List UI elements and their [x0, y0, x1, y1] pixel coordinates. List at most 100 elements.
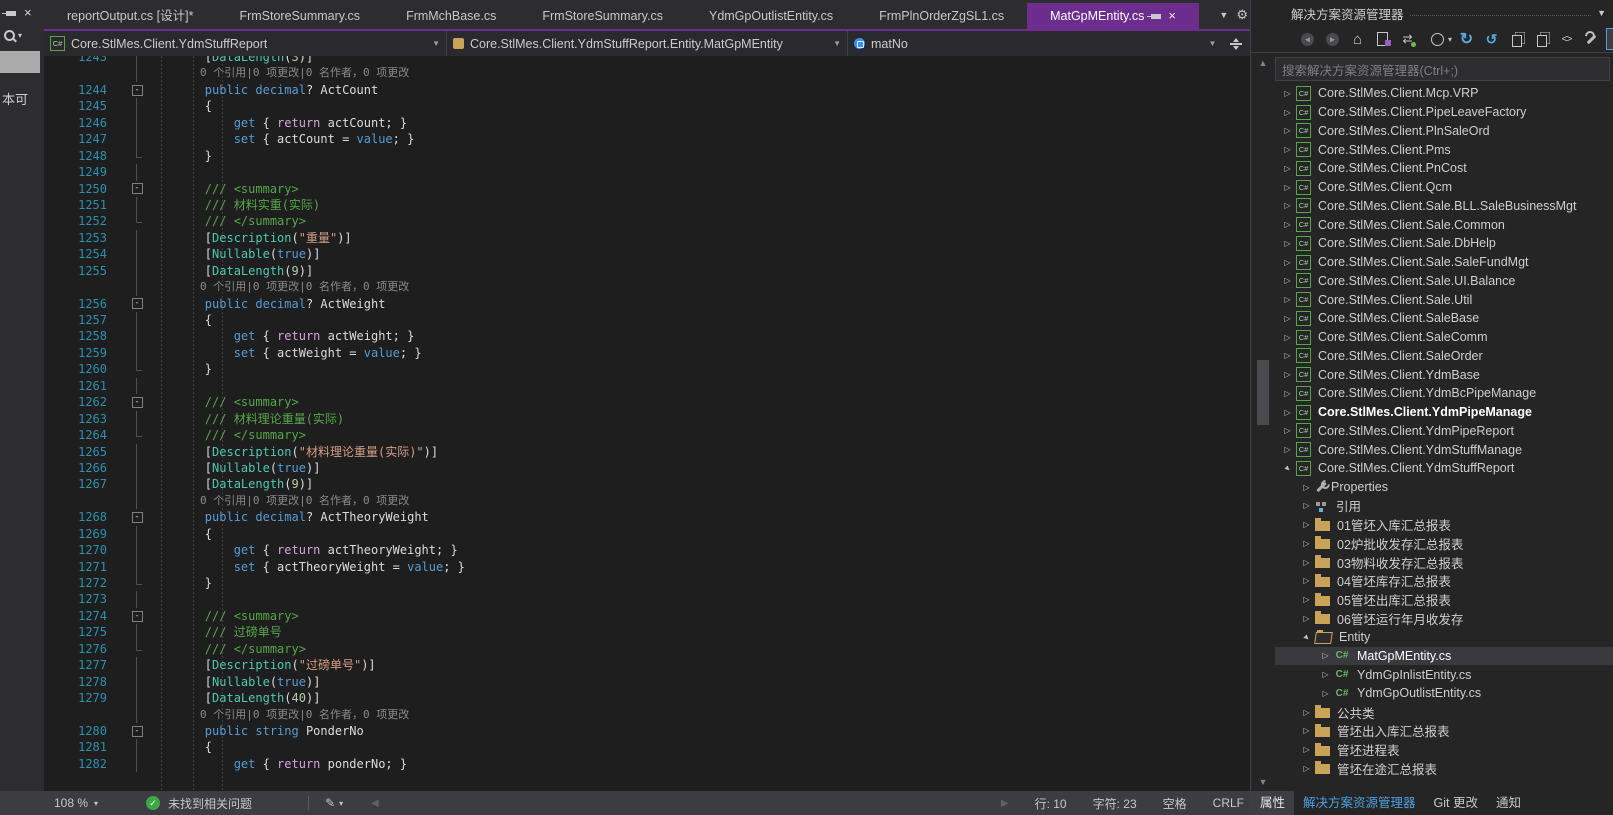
code-line[interactable]: 1244 public decimal? ActCount [44, 82, 1250, 98]
sync-active-document-icon[interactable] [1397, 29, 1418, 49]
editor-tab[interactable]: YdmGpOutlistEntity.cs [686, 3, 856, 29]
expander-icon[interactable]: ▷ [1279, 295, 1296, 304]
close-icon[interactable]: × [1168, 3, 1176, 29]
code-line[interactable]: 1260 } [44, 361, 1250, 377]
show-all-files-icon[interactable] [1506, 29, 1527, 49]
code-line[interactable]: 1267 [DataLength(9)] [44, 476, 1250, 492]
split-editor-icon[interactable] [1222, 31, 1250, 56]
code-line[interactable]: 1249 [44, 164, 1250, 180]
panel-menu-chevron-icon[interactable]: ▼ [1597, 8, 1606, 18]
expander-icon[interactable]: ▷ [1298, 708, 1315, 717]
tree-item[interactable]: ▷C#Core.StlMes.Client.Sale.UI.Balance [1275, 272, 1613, 291]
scrollbar-thumb[interactable] [1257, 360, 1269, 425]
tree-item[interactable]: ▷引用 [1275, 497, 1613, 516]
expander-icon[interactable]: ▷ [1279, 276, 1296, 285]
tree-item[interactable]: ▷C#Core.StlMes.Client.SaleOrder [1275, 347, 1613, 366]
expander-icon[interactable]: ▷ [1279, 126, 1296, 135]
tree-item[interactable]: ▷C#Core.StlMes.Client.Sale.BLL.SaleBusin… [1275, 197, 1613, 216]
zoom-dropdown[interactable]: 108 % ▾ [54, 796, 98, 810]
fold-collapse-icon[interactable] [127, 608, 147, 624]
code-line[interactable]: 1247 set { actCount = value; } [44, 131, 1250, 147]
expander-icon[interactable]: ▷ [1298, 483, 1315, 492]
expander-icon[interactable]: ▷ [1279, 183, 1296, 192]
codelens-line[interactable]: 0 个引用|0 项更改|0 名作者，0 项更改 [44, 279, 1250, 295]
forward-icon[interactable] [1322, 29, 1343, 49]
tree-item[interactable]: ▷C#Core.StlMes.Client.SaleComm [1275, 328, 1613, 347]
expander-icon[interactable]: ▼ [1297, 628, 1315, 646]
scrollbar-down-icon[interactable]: ▼ [1254, 777, 1272, 787]
code-line[interactable]: 1268 public decimal? ActTheoryWeight [44, 509, 1250, 525]
expander-icon[interactable]: ▷ [1279, 351, 1296, 360]
expander-icon[interactable]: ▷ [1298, 726, 1315, 735]
tool-window-tab[interactable]: 属性 [1251, 791, 1294, 815]
tree-item[interactable]: ▷管坯出入库汇总报表 [1275, 722, 1613, 741]
tree-item[interactable]: ▷C#Core.StlMes.Client.PlnSaleOrd [1275, 122, 1613, 141]
code-line[interactable]: 1252 /// </summary> [44, 213, 1250, 229]
tree-item[interactable]: ▷04管坯库存汇总报表 [1275, 572, 1613, 591]
expander-icon[interactable]: ▷ [1298, 764, 1315, 773]
pager-left-icon[interactable]: ◀ [371, 798, 379, 809]
editor-tab[interactable]: FrmMchBase.cs [383, 3, 519, 29]
tree-item[interactable]: ▼C#Core.StlMes.Client.YdmStuffReport [1275, 459, 1613, 478]
expander-icon[interactable]: ▷ [1317, 651, 1334, 660]
pin-icon[interactable] [1151, 14, 1161, 19]
tab-options-gear-icon[interactable]: ⚙ [1236, 7, 1248, 23]
code-line[interactable]: 1261 [44, 378, 1250, 394]
copy-path-icon[interactable] [1531, 29, 1552, 49]
tool-window-tab[interactable]: Git 更改 [1425, 791, 1487, 815]
expander-icon[interactable]: ▷ [1298, 576, 1315, 585]
tree-item[interactable]: ▷C#Core.StlMes.Client.PnCost [1275, 159, 1613, 178]
switch-views-icon[interactable] [1372, 29, 1393, 49]
code-line[interactable]: 1269 { [44, 526, 1250, 542]
tool-window-tab[interactable]: 通知 [1487, 791, 1530, 815]
editor-tab[interactable]: FrmStoreSummary.cs [519, 3, 686, 29]
caret-line[interactable]: 行: 10 [1035, 795, 1067, 812]
code-line[interactable]: 1263 /// 材料理论重量(实际) [44, 411, 1250, 427]
tree-item[interactable]: ▷Properties [1275, 478, 1613, 497]
code-line[interactable]: 1246 get { return actCount; } [44, 115, 1250, 131]
code-line[interactable]: 1255 [DataLength(9)] [44, 263, 1250, 279]
code-line[interactable]: 1273 [44, 591, 1250, 607]
view-code-icon[interactable] [1556, 29, 1577, 49]
chevron-down-icon[interactable]: ▾ [18, 31, 22, 40]
tree-item[interactable]: ▷C#Core.StlMes.Client.YdmStuffManage [1275, 440, 1613, 459]
expander-icon[interactable]: ▼ [1278, 459, 1296, 477]
code-line[interactable]: 1277 [Description("过磅单号")] [44, 657, 1250, 673]
editor-tab[interactable]: FrmPlnOrderZgSL1.cs [856, 3, 1027, 29]
fold-collapse-icon[interactable] [127, 394, 147, 410]
fold-collapse-icon[interactable] [127, 723, 147, 739]
code-line[interactable]: 1245 { [44, 98, 1250, 114]
code-line[interactable]: 1276 /// </summary> [44, 641, 1250, 657]
chevron-down-icon[interactable]: ▾ [339, 799, 343, 808]
home-icon[interactable] [1347, 29, 1368, 49]
tree-item[interactable]: ▷C#Core.StlMes.Client.Sale.DbHelp [1275, 234, 1613, 253]
tree-item[interactable]: ▷管坯在途汇总报表 [1275, 759, 1613, 778]
tree-item[interactable]: ▷C#Core.StlMes.Client.Mcp.VRP [1275, 84, 1613, 103]
code-line[interactable]: 1275 /// 过磅单号 [44, 624, 1250, 640]
code-line[interactable]: 1257 { [44, 312, 1250, 328]
fold-collapse-icon[interactable] [127, 509, 147, 525]
code-line[interactable]: 1251 /// 材料实重(实际) [44, 197, 1250, 213]
expander-icon[interactable]: ▷ [1279, 333, 1296, 342]
tree-item[interactable]: ▷01管坯入库汇总报表 [1275, 515, 1613, 534]
pending-changes-filter-icon[interactable] [1422, 29, 1452, 49]
code-line[interactable]: 1256 public decimal? ActWeight [44, 296, 1250, 312]
pin-icon[interactable] [6, 11, 16, 16]
code-line[interactable]: 1259 set { actWeight = value; } [44, 345, 1250, 361]
code-line[interactable]: 1265 [Description("材料理论重量(实际)")] [44, 444, 1250, 460]
expander-icon[interactable]: ▷ [1317, 689, 1334, 698]
expander-icon[interactable]: ▷ [1279, 389, 1296, 398]
tab-list-chevron-icon[interactable]: ▼ [1219, 10, 1228, 20]
solution-explorer-header[interactable]: 解决方案资源管理器 ▼ [1251, 0, 1613, 26]
tree-item[interactable]: ▷C#Core.StlMes.Client.Sale.SaleFundMgt [1275, 253, 1613, 272]
expander-icon[interactable]: ▷ [1298, 595, 1315, 604]
code-line[interactable]: 1278 [Nullable(true)] [44, 674, 1250, 690]
collapse-all-icon[interactable] [1606, 28, 1613, 50]
expander-icon[interactable]: ▷ [1279, 258, 1296, 267]
expander-icon[interactable]: ▷ [1279, 239, 1296, 248]
code-editor[interactable]: 1243 [DataLength(3)] 0 个引用|0 项更改|0 名作者，0… [44, 56, 1250, 791]
code-line[interactable]: 1271 set { actTheoryWeight = value; } [44, 559, 1250, 575]
indentation-mode[interactable]: 空格 [1163, 795, 1187, 812]
pager-right-icon[interactable]: ▶ [1001, 798, 1009, 809]
tree-item[interactable]: ▷C#Core.StlMes.Client.YdmPipeReport [1275, 422, 1613, 441]
